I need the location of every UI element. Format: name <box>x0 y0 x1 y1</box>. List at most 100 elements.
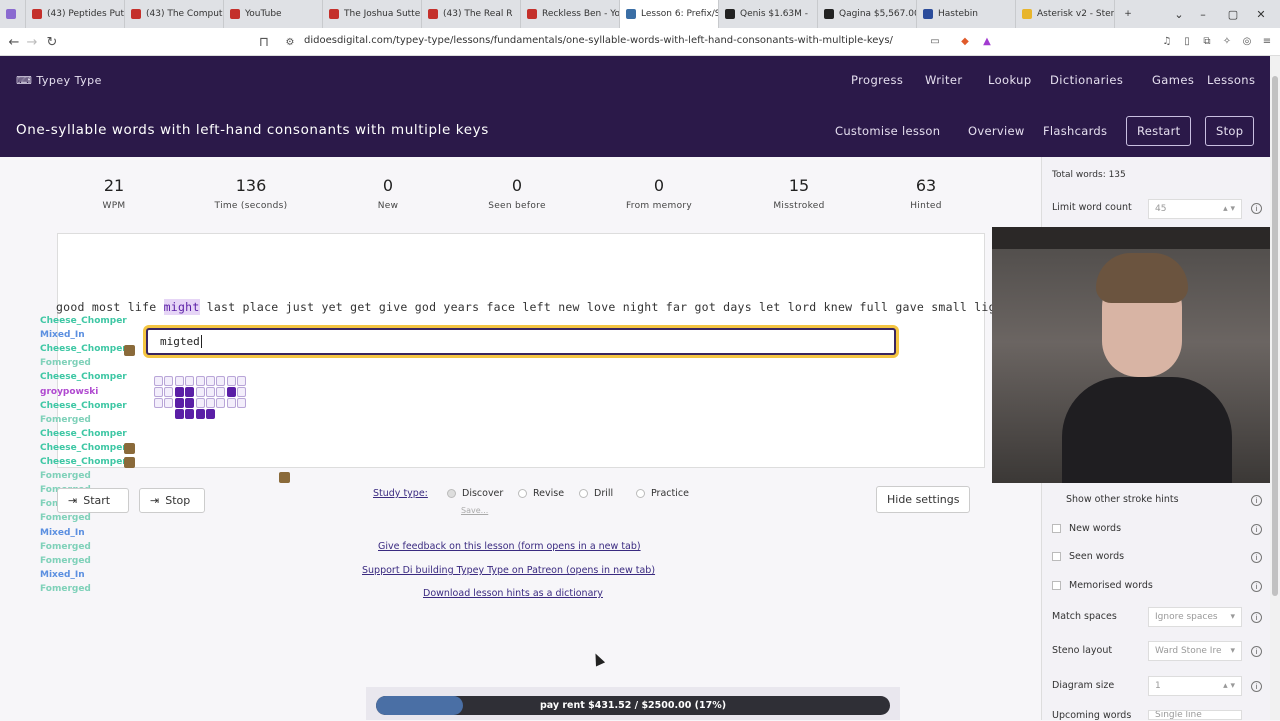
browser-tab[interactable]: The Joshua Sutter <box>323 0 422 28</box>
flashcards-link[interactable]: Flashcards <box>1043 124 1107 138</box>
page-scrollbar[interactable] <box>1270 56 1280 720</box>
vpn-icon[interactable]: ◎ <box>1240 34 1254 48</box>
radio-revise[interactable]: Revise <box>518 488 564 499</box>
new-tab-button[interactable]: + <box>1115 0 1141 28</box>
browser-tab[interactable]: Qagina $5,567.00 <box>818 0 917 28</box>
seen-words-option[interactable]: Seen words <box>1052 551 1124 562</box>
chat-message: groypowski <box>40 387 98 397</box>
mouse-cursor <box>590 651 606 667</box>
menu-icon[interactable]: ≡ <box>1260 34 1274 48</box>
radio-practice[interactable]: Practice <box>636 488 689 499</box>
stat-value: 63 <box>915 176 937 195</box>
steno-key <box>164 398 174 408</box>
stat-label: From memory <box>625 201 693 211</box>
download-hints-link[interactable]: Download lesson hints as a dictionary <box>423 588 603 599</box>
checkbox[interactable] <box>1052 552 1061 561</box>
info-icon[interactable]: i <box>1251 581 1262 592</box>
reload-icon[interactable]: ↻ <box>42 32 62 52</box>
url-field[interactable]: didoesdigital.com/typey-type/lessons/fun… <box>304 35 893 46</box>
brand-logo[interactable]: ⌨ Typey Type <box>16 74 102 87</box>
study-type-label[interactable]: Study type: <box>373 488 428 499</box>
hide-settings-button[interactable]: Hide settings <box>876 486 971 513</box>
radio-drill[interactable]: Drill <box>579 488 613 499</box>
typed-text: migted <box>160 335 200 348</box>
brave-rewards-icon[interactable]: ▲ <box>980 34 994 48</box>
start-button[interactable]: ⇥ Start <box>57 488 129 513</box>
typing-input[interactable]: migted <box>146 328 896 355</box>
sidebar-icon[interactable]: ▯ <box>1180 34 1194 48</box>
nav-lookup[interactable]: Lookup <box>988 73 1032 87</box>
chat-message: Mixed_In <box>40 330 85 340</box>
steno-key <box>206 409 215 419</box>
memorised-words-option[interactable]: Memorised words <box>1052 580 1153 591</box>
checkbox[interactable] <box>1052 524 1061 533</box>
feedback-link[interactable]: Give feedback on this lesson (form opens… <box>378 541 641 552</box>
close-window-icon[interactable]: ✕ <box>1246 0 1276 28</box>
browser-tab[interactable]: Qenis $1.63M - <box>719 0 818 28</box>
nav-dictionaries[interactable]: Dictionaries <box>1050 73 1123 87</box>
save-study-type[interactable]: Save... <box>461 506 488 515</box>
show-other-hints-option[interactable]: Show other stroke hints <box>1052 494 1179 505</box>
minimize-icon[interactable]: – <box>1188 0 1218 28</box>
checkbox[interactable] <box>1052 581 1061 590</box>
info-icon[interactable]: i <box>1251 495 1262 506</box>
limit-word-count-input[interactable]: 45 ▴ ▾ <box>1148 199 1242 219</box>
stop-lesson-button[interactable]: Stop <box>1205 116 1255 146</box>
nav-writer[interactable]: Writer <box>925 73 963 87</box>
browser-tab[interactable]: Lesson 6: Prefix/Su <box>620 0 719 28</box>
nav-progress[interactable]: Progress <box>851 73 903 87</box>
site-info-icon[interactable]: ⚙ <box>280 32 300 52</box>
new-words-label: New words <box>1069 523 1122 534</box>
info-icon[interactable]: i <box>1251 612 1262 623</box>
chat-message: Mixed_In <box>40 570 85 580</box>
forward-icon[interactable]: → <box>22 32 42 52</box>
customise-lesson-link[interactable]: Customise lesson <box>835 124 940 138</box>
brave-shield-icon[interactable]: ◆ <box>958 34 972 48</box>
info-icon[interactable]: i <box>1251 203 1262 214</box>
browser-tab[interactable]: Hastebin <box>917 0 1016 28</box>
overview-link[interactable]: Overview <box>968 124 1025 138</box>
nav-games[interactable]: Games <box>1152 73 1194 87</box>
info-icon[interactable]: i <box>1251 646 1262 657</box>
upcoming-words-select[interactable]: Single line <box>1148 710 1242 720</box>
steno-layout-select[interactable]: Ward Stone Ire ▾ <box>1148 641 1242 661</box>
steno-diagram <box>154 376 248 419</box>
browser-tab[interactable]: Reckless Ben - You <box>521 0 620 28</box>
stat-label: Time (seconds) <box>214 201 288 211</box>
bookmark-icon[interactable]: ⊓ <box>254 32 274 52</box>
scrollbar-thumb[interactable] <box>1272 76 1278 596</box>
browser-tab[interactable]: (43) The Computer <box>125 0 224 28</box>
keyboard-icon: ⌨ <box>16 74 37 87</box>
browser-tab[interactable]: YouTube <box>224 0 323 28</box>
cast-icon[interactable]: ▭ <box>928 34 942 48</box>
info-icon[interactable]: i <box>1251 552 1262 563</box>
extensions-icon[interactable]: ⧉ <box>1200 34 1214 48</box>
steno-key <box>226 376 236 386</box>
stop-icon: ⇥ <box>150 494 160 507</box>
info-icon[interactable]: i <box>1251 524 1262 535</box>
tab-favicon-icon <box>32 9 42 19</box>
leo-icon[interactable]: ✧ <box>1220 34 1234 48</box>
browser-tab[interactable]: (43) The Real R <box>422 0 521 28</box>
steno-key <box>195 387 205 397</box>
new-words-option[interactable]: New words <box>1052 523 1121 534</box>
chat-username: Cheese_Chomper <box>40 316 127 326</box>
diagram-size-input[interactable]: 1 ▴ ▾ <box>1148 676 1242 696</box>
steno-key <box>195 409 205 419</box>
browser-tab[interactable]: Asterisk v2 - Steno <box>1016 0 1115 28</box>
stop-button[interactable]: ⇥ Stop <box>139 488 205 513</box>
browser-menu[interactable] <box>0 0 26 28</box>
nav-lessons[interactable]: Lessons <box>1207 73 1255 87</box>
back-icon[interactable]: ← <box>4 32 24 52</box>
match-spaces-select[interactable]: Ignore spaces ▾ <box>1148 607 1242 627</box>
info-icon[interactable]: i <box>1251 681 1262 692</box>
patreon-link[interactable]: Support Di building Typey Type on Patreo… <box>362 565 655 576</box>
radio-label: Drill <box>594 488 614 499</box>
browser-tab[interactable]: (43) Peptides Put <box>26 0 125 28</box>
restart-button[interactable]: Restart <box>1126 116 1192 146</box>
chat-username: Fomerged <box>40 541 91 552</box>
goal-progress-bar: pay rent $431.52 / $2500.00 (17%) <box>376 696 890 715</box>
media-icon[interactable]: ♫ <box>1160 34 1174 48</box>
radio-discover[interactable]: Discover <box>447 488 503 499</box>
maximize-icon[interactable]: ▢ <box>1218 0 1248 28</box>
